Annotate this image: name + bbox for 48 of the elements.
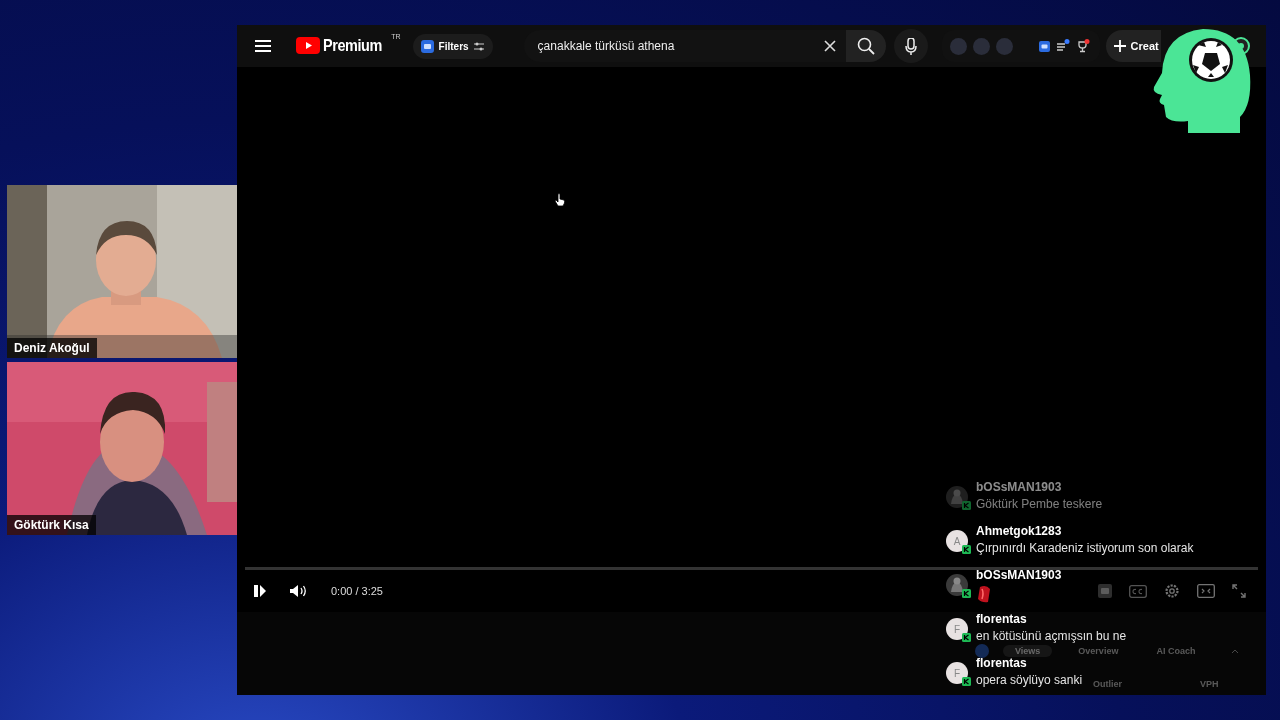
sticker-icon (976, 585, 992, 603)
time-display: 0:00 / 3:25 (331, 585, 383, 597)
search-icon (856, 37, 875, 55)
captions-icon[interactable] (1129, 584, 1147, 598)
user-avatar (946, 486, 968, 508)
chat-username: florentas (976, 612, 1027, 626)
chat-username: Ahmetgok1283 (976, 524, 1062, 538)
sliders-icon (473, 41, 484, 51)
logo-text: Premium (323, 37, 382, 55)
plus-icon (1113, 40, 1126, 52)
miniplayer-icon[interactable] (1197, 584, 1215, 598)
placeholder-dot (949, 37, 967, 55)
chat-username: florentas (976, 656, 1027, 670)
chat-message: en kötüsünü açmışsın bu ne (976, 629, 1127, 643)
hand-cursor-icon (554, 193, 566, 207)
moderator-badge-icon (962, 677, 971, 686)
create-button[interactable]: Creat (1105, 30, 1161, 62)
microphone-icon (904, 37, 917, 55)
search-button[interactable] (845, 30, 886, 62)
chat-username: bOSsMAN1903 (976, 568, 1062, 582)
moderator-badge-icon (962, 633, 971, 642)
trophy-icon[interactable] (1075, 39, 1090, 53)
settings-icon[interactable] (1164, 583, 1180, 599)
microphone-button[interactable] (893, 29, 928, 63)
fullscreen-icon[interactable] (1232, 584, 1246, 598)
column-header: Outlier (1093, 679, 1122, 689)
pause-icon[interactable] (253, 584, 267, 598)
participant-name: Deniz Akoğul (7, 338, 97, 358)
volume-icon[interactable] (289, 584, 307, 598)
chat-message: opera söylüyo sanki (976, 673, 1083, 687)
chat-username: bOSsMAN1903 (976, 480, 1062, 494)
list-icon[interactable] (1055, 39, 1070, 53)
moderator-badge-icon (962, 589, 971, 598)
participant-name: Göktürk Kısa (7, 515, 96, 535)
user-avatar (946, 574, 968, 596)
placeholder-dot (995, 37, 1013, 55)
close-icon[interactable] (823, 40, 836, 52)
play-logo-icon (296, 37, 320, 54)
filters-button[interactable]: Filters (412, 33, 493, 59)
placeholder-dot (972, 37, 990, 55)
iq-icon[interactable] (1038, 40, 1050, 52)
menu-icon[interactable] (255, 39, 271, 53)
moderator-badge-icon (962, 501, 971, 510)
chat-message: Göktürk Pembe teskere (976, 497, 1103, 511)
chat-message: Çırpınırdı Karadeniz istiyorum son olarak (976, 541, 1194, 555)
moderator-badge-icon (962, 545, 971, 554)
column-header: VPH (1200, 679, 1219, 689)
iq-icon (420, 39, 434, 53)
